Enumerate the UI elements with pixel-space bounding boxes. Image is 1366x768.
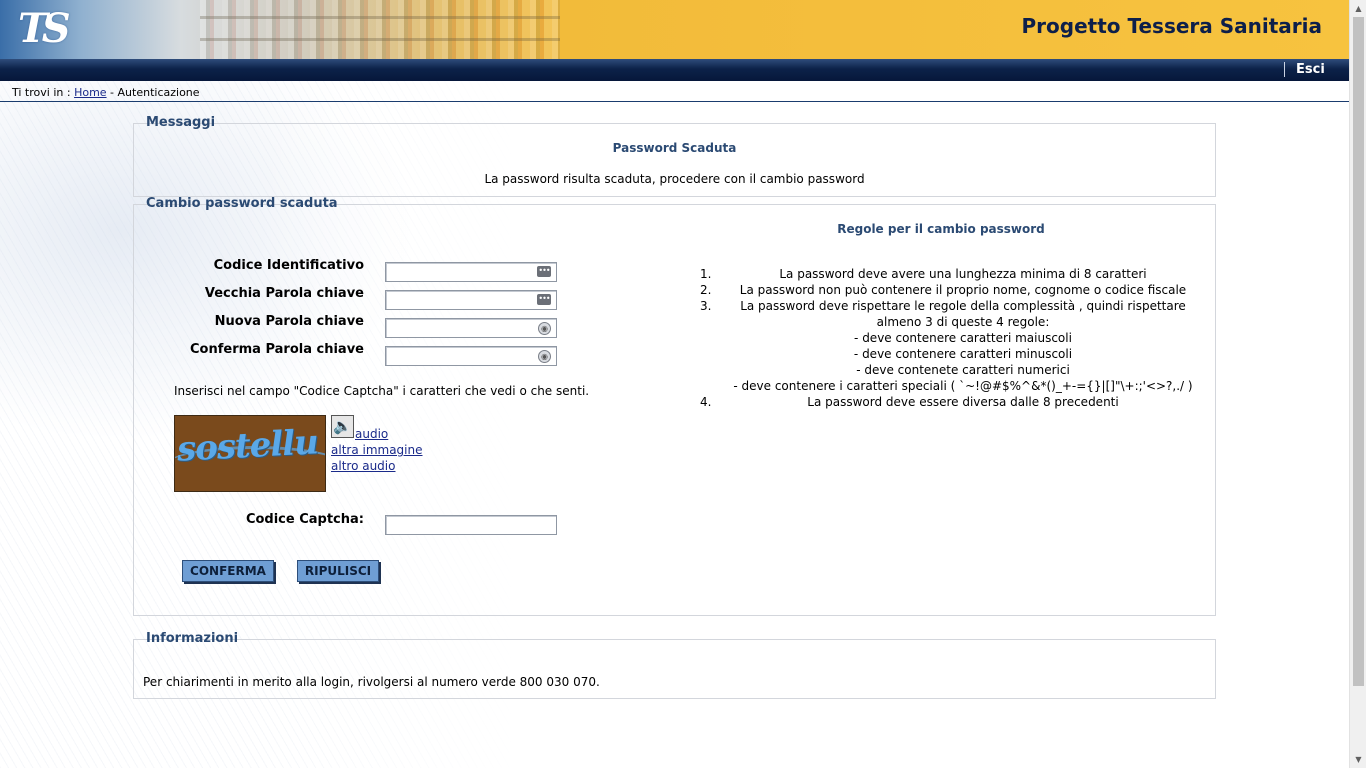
captcha-code-input[interactable] <box>385 515 557 535</box>
rule-number: 4. <box>700 395 712 409</box>
subrule-item: - deve contenere i caratteri speciali ( … <box>733 379 1193 393</box>
breadcrumb-home-link[interactable]: Home <box>74 86 106 99</box>
page-content: TS Progetto Tessera Sanitaria Esci Ti tr… <box>0 0 1349 768</box>
codice-identificativo-input[interactable]: ••• <box>385 262 557 282</box>
rule-text: La password deve avere una lunghezza min… <box>779 267 1147 281</box>
confirm-button[interactable]: CONFERMA <box>182 560 274 582</box>
breadcrumb: Ti trovi in : Home - Autenticazione <box>12 86 200 99</box>
pharmacy-shelves-image <box>200 0 560 60</box>
conferma-parola-chiave-label: Conferma Parola chiave <box>190 342 364 357</box>
rule-text: La password deve rispettare le regole de… <box>740 299 1186 329</box>
key-icon[interactable]: ◉ <box>538 322 551 335</box>
conferma-parola-chiave-input[interactable]: ◉ <box>385 346 557 366</box>
messages-legend: Messaggi <box>146 115 216 130</box>
info-legend: Informazioni <box>146 631 239 646</box>
rule-text: La password deve essere diversa dalle 8 … <box>807 395 1119 409</box>
messages-panel: Messaggi Password Scaduta La password ri… <box>133 115 1216 197</box>
keyboard-icon[interactable]: ••• <box>537 266 551 277</box>
rule-text: La password non può contenere il proprio… <box>739 283 1187 297</box>
subrule-item: - deve contenete caratteri numerici <box>856 363 1070 377</box>
breadcrumb-separator: - <box>110 86 115 99</box>
change-password-panel: Cambio password scaduta Codice Identific… <box>133 196 1216 616</box>
captcha-image: sostellu <box>174 415 326 492</box>
vecchia-parola-chiave-input[interactable]: ••• <box>385 290 557 310</box>
rule-number: 1. <box>700 267 712 281</box>
ts-logo: TS <box>18 5 71 52</box>
codice-identificativo-label: Codice Identificativo <box>213 258 364 273</box>
key-icon[interactable]: ◉ <box>538 350 551 363</box>
clear-button[interactable]: RIPULISCI <box>297 560 379 582</box>
scrollbar-thumb[interactable] <box>1353 17 1364 686</box>
captcha-image-text: sostellu <box>176 422 319 470</box>
rule-number: 3. <box>700 299 712 313</box>
message-title: Password Scaduta <box>612 141 737 155</box>
nuova-parola-chiave-input[interactable]: ◉ <box>385 318 557 338</box>
password-rules-list: 1. La password deve avere una lunghezza … <box>700 266 1206 410</box>
captcha-code-label: Codice Captcha: <box>245 512 364 527</box>
info-text: Per chiarimenti in merito alla login, ri… <box>143 675 600 689</box>
captcha-instruction: Inserisci nel campo "Codice Captcha" i c… <box>174 384 590 398</box>
captcha-audio-link[interactable]: audio <box>355 427 388 441</box>
nuova-parola-chiave-label: Nuova Parola chiave <box>214 314 364 329</box>
speaker-icon[interactable]: 🔈 <box>331 415 354 438</box>
message-text: La password risulta scaduta, procedere c… <box>484 172 865 186</box>
rule-item: 4. La password deve essere diversa dalle… <box>700 394 1206 410</box>
keyboard-icon[interactable]: ••• <box>537 294 551 305</box>
breadcrumb-current: Autenticazione <box>117 86 200 99</box>
rule-item: 3. La password deve rispettare le regole… <box>700 298 1206 330</box>
vertical-scrollbar[interactable]: ▲ ▼ <box>1349 0 1366 768</box>
change-password-legend: Cambio password scaduta <box>146 196 338 211</box>
rule-item: 2. La password non può contenere il prop… <box>700 282 1206 298</box>
rules-title: Regole per il cambio password <box>837 222 1045 236</box>
header-banner: TS Progetto Tessera Sanitaria <box>0 0 1349 60</box>
subrule-item: - deve contenere caratteri minuscoli <box>853 347 1073 361</box>
top-navbar: Esci <box>0 59 1349 81</box>
site-title: Progetto Tessera Sanitaria <box>1021 14 1322 38</box>
vecchia-parola-chiave-label: Vecchia Parola chiave <box>204 286 364 301</box>
rule-item: 1. La password deve avere una lunghezza … <box>700 266 1206 282</box>
rule-number: 2. <box>700 283 712 297</box>
scroll-up-icon[interactable]: ▲ <box>1350 0 1366 17</box>
scroll-down-icon[interactable]: ▼ <box>1350 751 1366 768</box>
subrule-item: - deve contenere caratteri maiuscoli <box>854 331 1072 345</box>
exit-link[interactable]: Esci <box>1296 62 1325 77</box>
breadcrumb-divider <box>0 101 1349 102</box>
info-panel: Informazioni Per chiarimenti in merito a… <box>133 631 1216 699</box>
breadcrumb-prefix: Ti trovi in : <box>12 86 71 99</box>
captcha-other-image-link[interactable]: altra immagine <box>331 443 423 457</box>
captcha-other-audio-link[interactable]: altro audio <box>331 459 395 473</box>
navbar-separator <box>1284 62 1285 77</box>
